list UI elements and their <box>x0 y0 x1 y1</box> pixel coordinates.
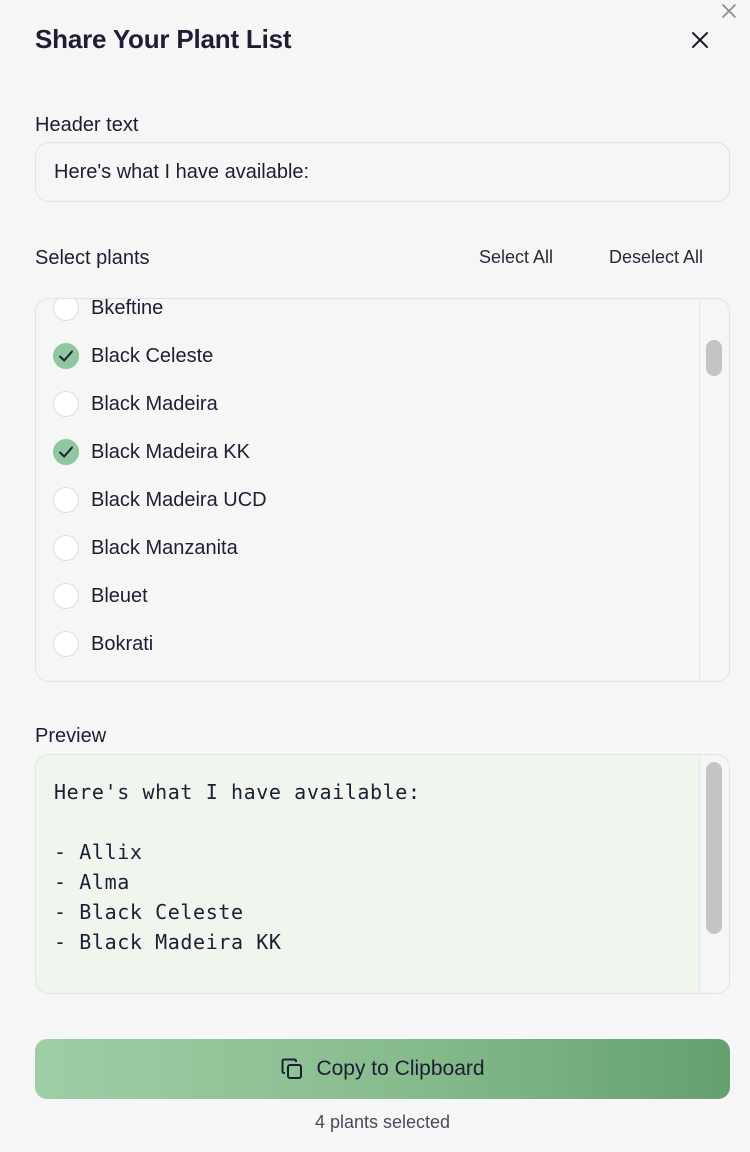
plant-name: Black Madeira <box>91 392 218 415</box>
select-plants-label: Select plants <box>35 247 150 269</box>
preview-label: Preview <box>35 725 107 747</box>
check-icon <box>59 350 73 362</box>
selected-count: 4 plants selected <box>314 1112 451 1132</box>
plant-checkbox[interactable] <box>53 391 79 417</box>
plant-row[interactable]: Black Madeira <box>36 380 699 428</box>
plant-list-scroll-thumb[interactable] <box>706 340 722 376</box>
preview-scroll-thumb[interactable] <box>706 762 722 934</box>
preview-box[interactable]: Here's what I have available: - Allix - Al… <box>35 754 730 994</box>
preview-scrollbar[interactable] <box>699 755 729 993</box>
preview-line: Here's what I have available: <box>54 780 421 804</box>
plant-checkbox[interactable] <box>53 487 79 513</box>
share-plant-list-dialog: Share Your Plant List Header text Select… <box>0 0 750 1152</box>
window-close-icon[interactable] <box>718 0 740 22</box>
close-button[interactable] <box>686 26 714 54</box>
plant-list[interactable]: Bkeftine Black Celeste Black Madeira Black … <box>35 298 730 682</box>
plant-checkbox[interactable] <box>53 535 79 561</box>
plant-name: Black Madeira KK <box>91 440 250 463</box>
deselect-all-button[interactable]: Deselect All <box>609 247 703 268</box>
plant-name: Bleuet <box>91 584 148 607</box>
preview-text: Here's what I have available: - Allix - Al… <box>54 777 689 957</box>
copy-icon <box>280 1057 304 1081</box>
plant-name: Bokrati <box>91 632 154 655</box>
copy-button-label: Copy to Clipboard <box>316 1057 485 1080</box>
plant-row[interactable]: Black Madeira KK <box>36 428 699 476</box>
plant-row[interactable]: Black Madeira UCD <box>36 476 699 524</box>
plant-name: Black Manzanita <box>91 536 238 559</box>
preview-line <box>54 807 689 837</box>
header-text-label: Header text <box>35 114 139 136</box>
plant-row[interactable]: Black Celeste <box>36 332 699 380</box>
plant-checkbox[interactable] <box>53 343 79 369</box>
plant-row[interactable]: Bokrati <box>36 620 699 668</box>
plant-list-scrollbar[interactable] <box>699 299 729 681</box>
plant-row[interactable]: Bleuet <box>36 572 699 620</box>
preview-line: - Black Celeste <box>54 900 244 924</box>
select-all-button[interactable]: Select All <box>479 247 553 268</box>
plant-checkbox[interactable] <box>53 583 79 609</box>
plant-checkbox[interactable] <box>53 299 79 321</box>
check-icon <box>59 446 73 458</box>
plant-checkbox[interactable] <box>53 439 79 465</box>
plant-row[interactable]: Bkeftine <box>36 298 699 332</box>
preview-line: - Allix <box>54 840 143 864</box>
preview-line: - Alma <box>54 870 130 894</box>
header-text-input[interactable] <box>35 142 730 202</box>
dialog-title: Share Your Plant List <box>35 24 292 54</box>
preview-line: - Black Madeira KK <box>54 930 282 954</box>
plant-name: Black Madeira UCD <box>91 488 267 511</box>
copy-to-clipboard-button[interactable]: Copy to Clipboard <box>35 1039 730 1099</box>
plant-list-rows: Bkeftine Black Celeste Black Madeira Black … <box>36 298 699 668</box>
plant-name: Black Celeste <box>91 344 214 367</box>
plant-row[interactable]: Black Manzanita <box>36 524 699 572</box>
close-icon <box>692 32 708 48</box>
plant-checkbox[interactable] <box>53 631 79 657</box>
plant-name: Bkeftine <box>91 298 164 319</box>
